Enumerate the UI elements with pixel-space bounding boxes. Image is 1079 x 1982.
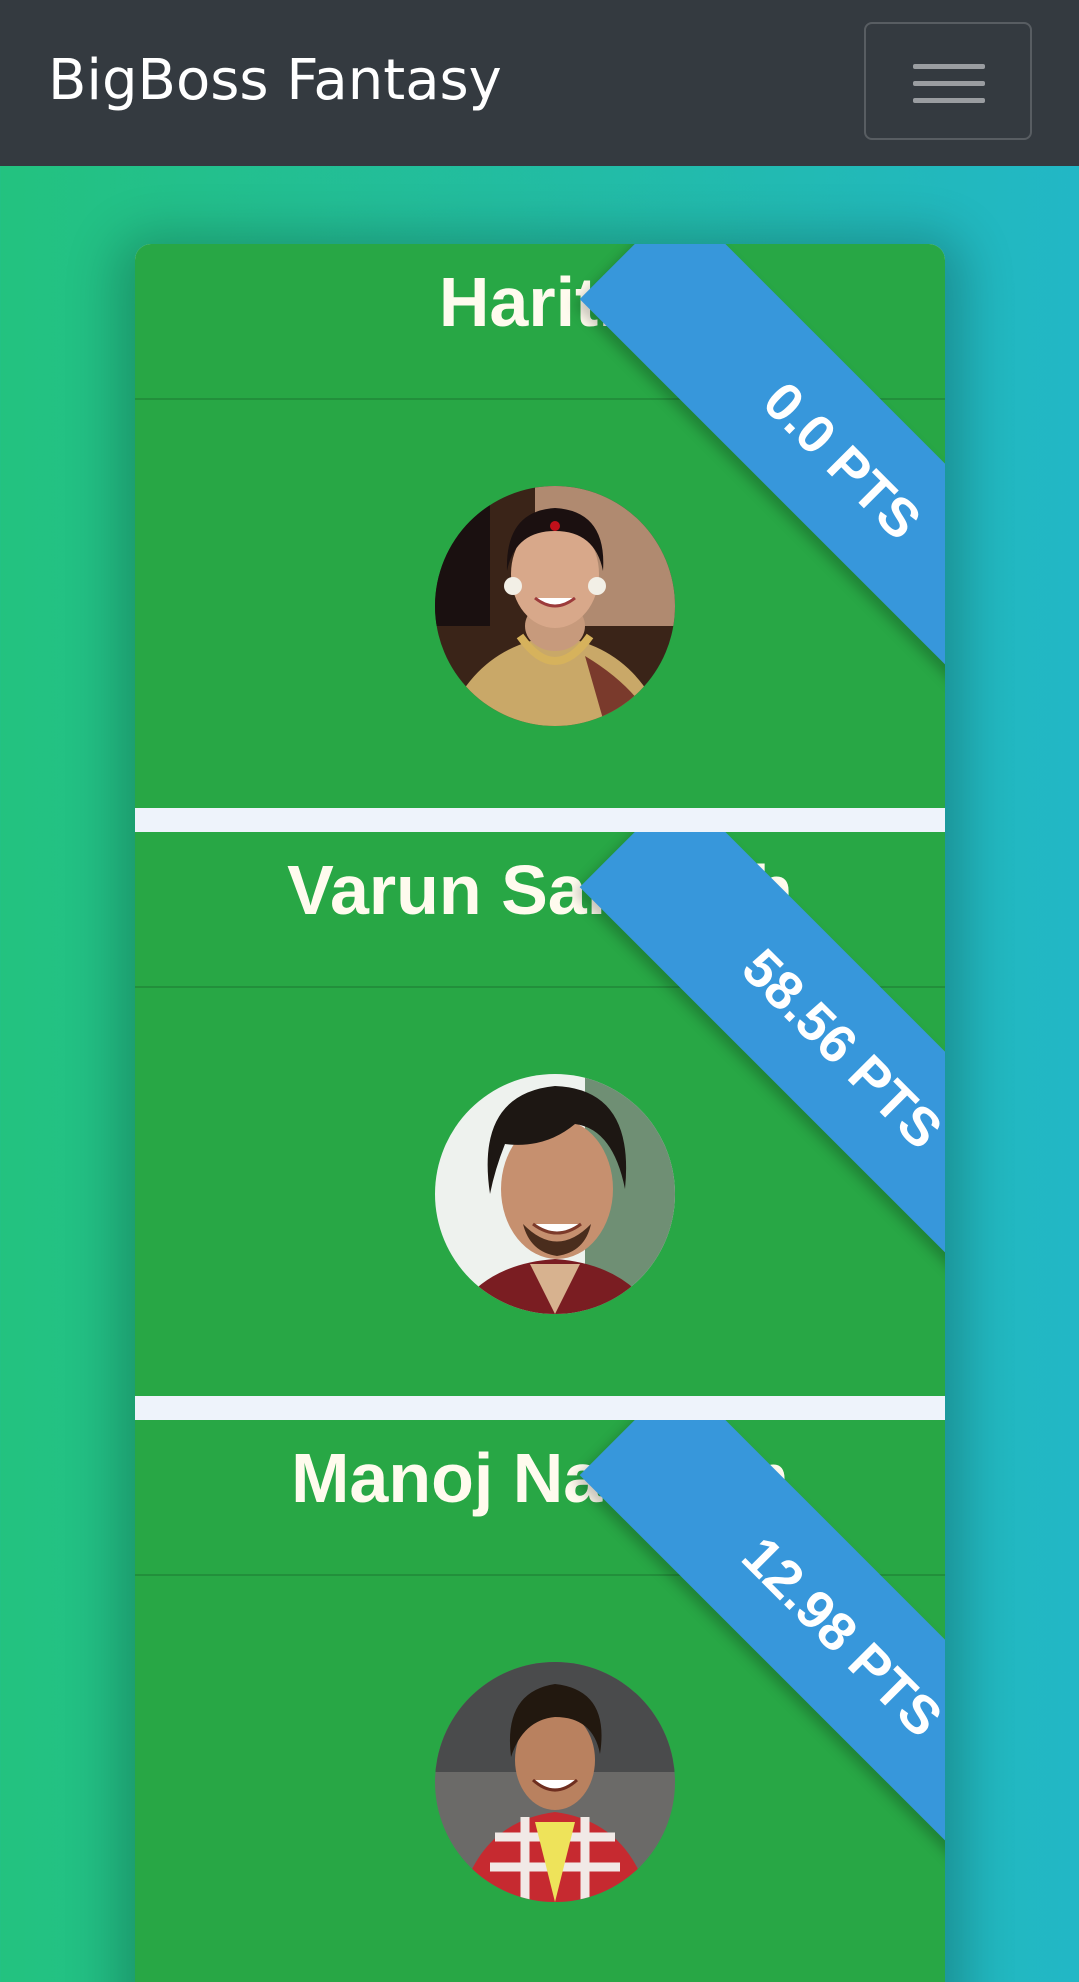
contestant-card-list: Harith 0.0 PTS Varun Sandesh 58.56 PTS M…: [135, 244, 945, 1982]
navbar: BigBoss Fantasy: [0, 0, 1079, 166]
contestant-card[interactable]: Harith 0.0 PTS: [135, 244, 945, 808]
contestant-name: Harith: [438, 263, 642, 341]
contestant-card[interactable]: Varun Sandesh 58.56 PTS: [135, 832, 945, 1396]
contestant-name: Varun Sandesh: [287, 851, 793, 929]
contestant-avatar: [435, 1662, 675, 1902]
navbar-brand[interactable]: BigBoss Fantasy: [48, 48, 502, 114]
contestant-avatar: [435, 1074, 675, 1314]
navbar-toggler-button[interactable]: [864, 22, 1032, 140]
contestant-card[interactable]: Manoj Nandam 12.98 PTS: [135, 1420, 945, 1982]
contestant-name: Manoj Nandam: [291, 1439, 789, 1517]
contestant-avatar: [435, 486, 675, 726]
